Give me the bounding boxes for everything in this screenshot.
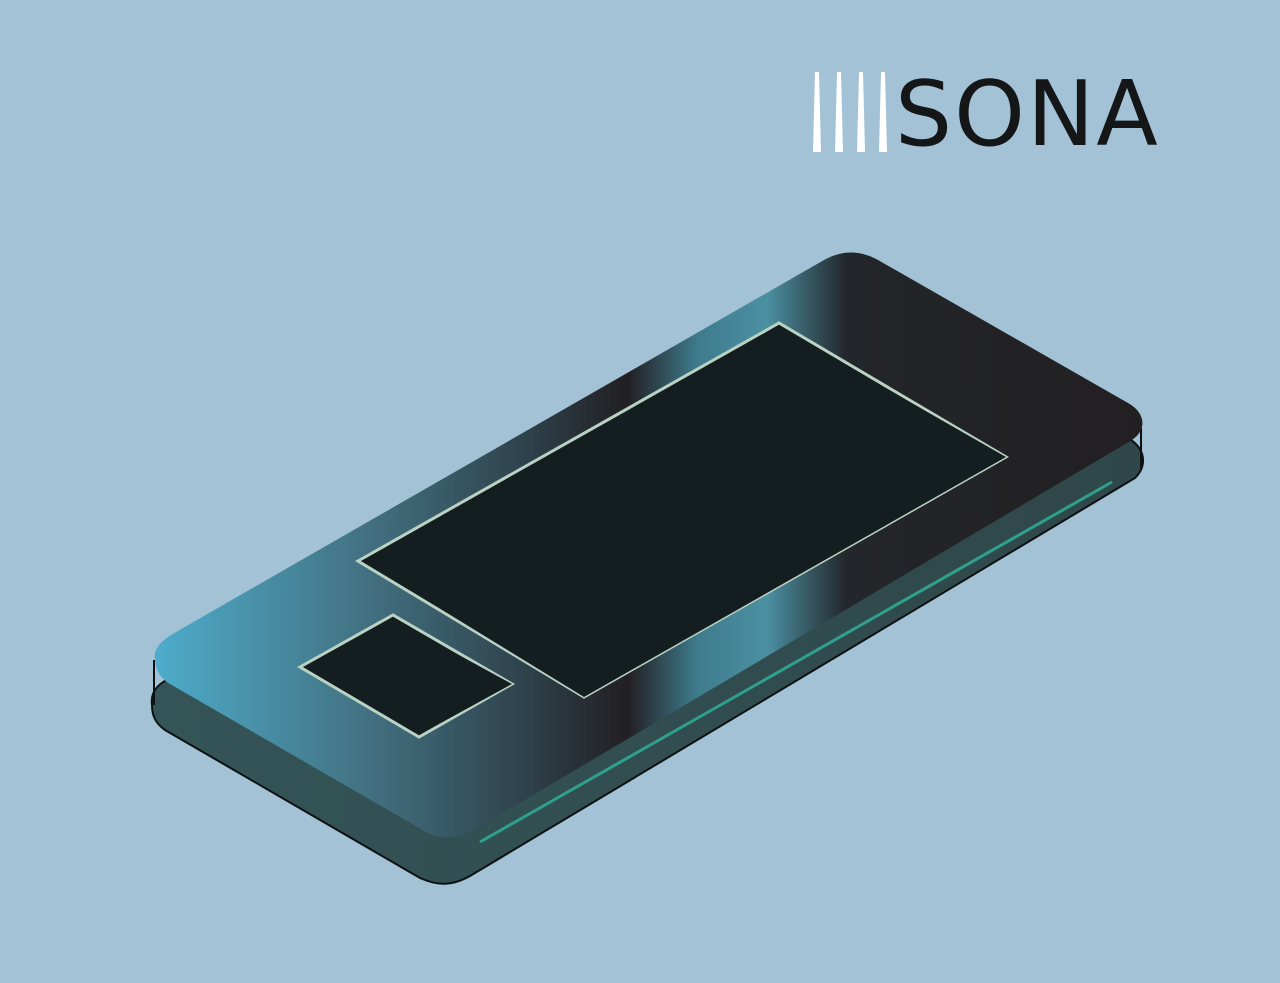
logo-spike-3: [857, 72, 865, 152]
logo-spike-2: [835, 72, 843, 152]
logo-spike-1: [813, 72, 821, 152]
logo-spike-4: [879, 72, 887, 152]
logo-wordmark: SONA: [895, 62, 1160, 167]
illustration-canvas: SONA: [0, 0, 1280, 983]
